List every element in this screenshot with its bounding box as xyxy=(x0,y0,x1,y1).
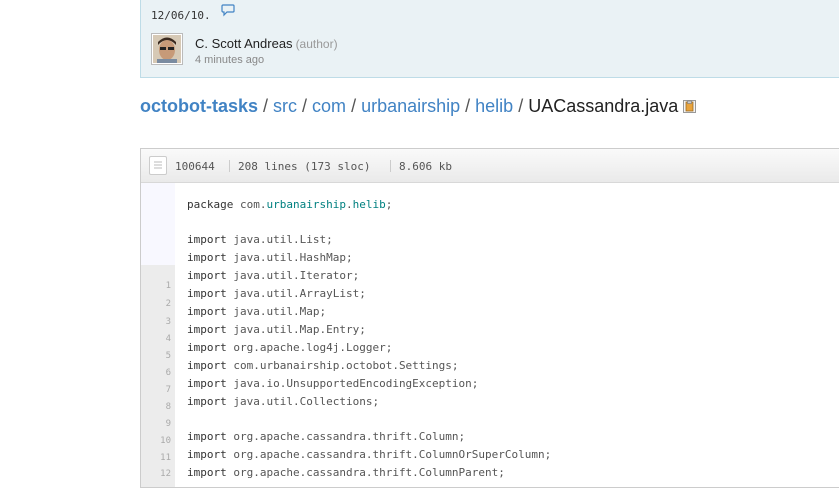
file-mode: 100644 xyxy=(175,160,215,173)
file-info-bar: 100644 208 lines (173 sloc) 8.606 kb xyxy=(141,149,839,183)
line-number[interactable]: 7 xyxy=(141,385,171,395)
code-line-package: package com.urbanairship.helib; xyxy=(187,198,393,211)
breadcrumb-helib-link[interactable]: helib xyxy=(475,96,513,116)
code-line-import: import org.apache.cassandra.thrift.Colum… xyxy=(187,430,466,443)
breadcrumb-repo-link[interactable]: octobot-tasks xyxy=(140,96,258,116)
avatar[interactable] xyxy=(151,33,183,65)
breadcrumb-separator: / xyxy=(351,96,357,116)
code-line-import: import java.util.Map; xyxy=(187,305,327,318)
code-line-import: import org.apache.cassandra.thrift.Colum… xyxy=(187,448,552,461)
code-line-import: import org.apache.cassandra.thrift.Colum… xyxy=(187,466,505,479)
comment-icon[interactable] xyxy=(221,4,235,17)
code-line-import: import java.util.HashMap; xyxy=(187,251,353,264)
breadcrumb-com-link[interactable]: com xyxy=(312,96,346,116)
breadcrumb-separator: / xyxy=(302,96,308,116)
line-number[interactable]: 4 xyxy=(141,334,171,344)
line-number[interactable]: 12 xyxy=(141,469,171,479)
code-line-import: import java.util.Collections; xyxy=(187,395,380,408)
breadcrumb-separator: / xyxy=(465,96,471,116)
commit-box: 12/06/10. C. Scott Andreas (author) 4 min… xyxy=(140,0,839,78)
info-divider xyxy=(390,160,391,172)
file-viewer: 100644 208 lines (173 sloc) 8.606 kb 1 2… xyxy=(140,148,839,488)
file-icon xyxy=(149,156,167,175)
line-number[interactable]: 11 xyxy=(141,453,171,463)
line-number[interactable]: 3 xyxy=(141,317,171,327)
line-number[interactable]: 2 xyxy=(141,299,171,309)
code-line-import: import java.io.UnsupportedEncodingExcept… xyxy=(187,377,479,390)
line-number[interactable]: 1 xyxy=(141,281,171,291)
author-name[interactable]: C. Scott Andreas (author) xyxy=(195,36,338,51)
info-divider xyxy=(229,160,230,172)
line-number[interactable]: 5 xyxy=(141,351,171,361)
line-number[interactable]: 10 xyxy=(141,436,171,446)
commit-time: 4 minutes ago xyxy=(195,54,265,66)
breadcrumb-src-link[interactable]: src xyxy=(273,96,297,116)
code-line-import: import java.util.Iterator; xyxy=(187,269,360,282)
code-line-import: import java.util.List; xyxy=(187,233,333,246)
author-role: (author) xyxy=(295,37,338,51)
file-line-count: 208 lines (173 sloc) xyxy=(238,160,371,173)
clipboard-icon[interactable] xyxy=(683,97,697,113)
code-line-import: import java.util.ArrayList; xyxy=(187,287,366,300)
breadcrumb-file-name: UACassandra.java xyxy=(528,96,679,116)
line-number[interactable]: 6 xyxy=(141,368,171,378)
code-line-import: import org.apache.log4j.Logger; xyxy=(187,341,393,354)
commit-date: 12/06/10. xyxy=(151,9,211,22)
breadcrumb-separator: / xyxy=(518,96,524,116)
code-line-import: import com.urbanairship.octobot.Settings… xyxy=(187,359,459,372)
gutter-header-area xyxy=(141,183,175,265)
author-name-text[interactable]: C. Scott Andreas xyxy=(195,36,293,51)
line-number[interactable]: 9 xyxy=(141,419,171,429)
breadcrumb-urbanairship-link[interactable]: urbanairship xyxy=(361,96,460,116)
file-size: 8.606 kb xyxy=(399,160,452,173)
breadcrumb: octobot-tasks / src / com / urbanairship / helib… xyxy=(140,96,697,117)
breadcrumb-separator: / xyxy=(263,96,269,116)
code-line-import: import java.util.Map.Entry; xyxy=(187,323,366,336)
line-number[interactable]: 8 xyxy=(141,402,171,412)
